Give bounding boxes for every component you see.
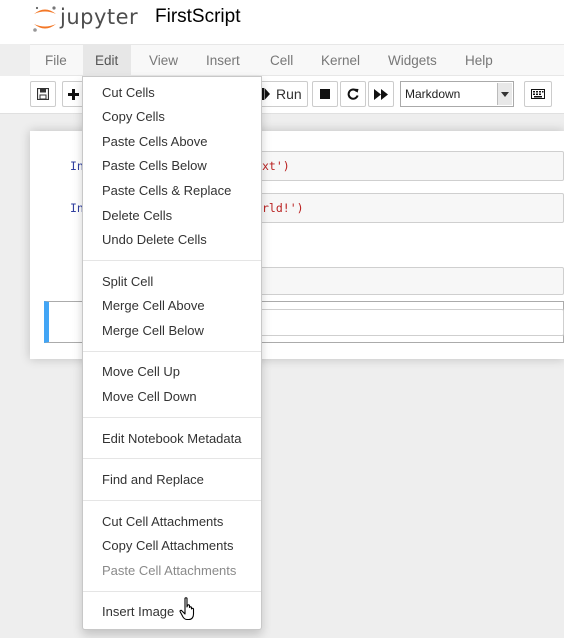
jupyter-logo-text: jupyter [60, 5, 139, 29]
interrupt-button[interactable] [312, 81, 338, 107]
selected-cell-editor[interactable] [260, 309, 564, 336]
chevron-down-icon[interactable] [497, 83, 512, 105]
menu-divider [83, 591, 261, 592]
menu-item-split-cell[interactable]: Split Cell [102, 274, 153, 289]
cell-code[interactable]: rld!') [262, 201, 304, 215]
stop-icon [320, 89, 330, 99]
restart-run-all-button[interactable] [368, 81, 394, 107]
menu-item-find-and-replace[interactable]: Find and Replace [102, 472, 204, 487]
menu-help[interactable]: Help [453, 45, 505, 76]
run-label: Run [276, 86, 302, 102]
menu-item-cut-cells[interactable]: Cut Cells [102, 85, 155, 100]
edit-dropdown-menu: Cut Cells Copy Cells Paste Cells Above P… [82, 76, 262, 630]
menu-cell[interactable]: Cell [258, 45, 305, 76]
menu-divider [83, 458, 261, 459]
menu-widgets[interactable]: Widgets [376, 45, 449, 76]
menu-item-paste-cells-replace[interactable]: Paste Cells & Replace [102, 183, 231, 198]
add-cell-button[interactable] [62, 81, 84, 107]
menu-item-paste-cell-attachments: Paste Cell Attachments [102, 563, 237, 578]
cell-type-value: Markdown [405, 87, 461, 101]
code-cell-input[interactable] [250, 267, 564, 295]
hand-cursor-icon [179, 597, 195, 621]
step-forward-icon [262, 88, 270, 100]
menu-item-copy-cell-attachments[interactable]: Copy Cell Attachments [102, 538, 234, 553]
command-palette-button[interactable] [524, 81, 552, 107]
menu-divider [83, 260, 261, 261]
menubar: File Edit View Insert Cell Kernel Widget… [30, 44, 564, 76]
menu-divider [83, 500, 261, 501]
menu-item-paste-cells-below[interactable]: Paste Cells Below [102, 158, 207, 173]
menu-item-delete-cells[interactable]: Delete Cells [102, 208, 172, 223]
menu-item-insert-image[interactable]: Insert Image [102, 604, 174, 619]
menu-item-paste-cells-above[interactable]: Paste Cells Above [102, 134, 208, 149]
save-icon [37, 88, 49, 100]
jupyter-logo-icon[interactable] [31, 4, 59, 34]
menu-item-cut-cell-attachments[interactable]: Cut Cell Attachments [102, 514, 223, 529]
fast-forward-icon [374, 88, 388, 100]
cell-code[interactable]: xt') [262, 159, 290, 173]
save-button[interactable] [30, 81, 56, 107]
menu-item-undo-delete-cells[interactable]: Undo Delete Cells [102, 232, 207, 247]
keyboard-icon [531, 89, 545, 99]
menu-divider [83, 417, 261, 418]
menu-edit[interactable]: Edit [83, 45, 131, 76]
plus-icon [68, 88, 79, 100]
menu-divider [83, 351, 261, 352]
menu-insert[interactable]: Insert [194, 45, 252, 76]
menu-item-edit-notebook-metadata[interactable]: Edit Notebook Metadata [102, 431, 241, 446]
menu-item-copy-cells[interactable]: Copy Cells [102, 109, 165, 124]
restart-button[interactable] [340, 81, 366, 107]
menu-item-merge-cell-above[interactable]: Merge Cell Above [102, 298, 205, 313]
menu-item-move-cell-down[interactable]: Move Cell Down [102, 389, 197, 404]
menu-kernel[interactable]: Kernel [309, 45, 372, 76]
menu-item-move-cell-up[interactable]: Move Cell Up [102, 364, 180, 379]
menu-file[interactable]: File [33, 45, 79, 76]
code-cell-input[interactable] [250, 151, 564, 181]
run-button[interactable]: Run [256, 81, 308, 107]
notebook-title[interactable]: FirstScript [155, 6, 241, 28]
notebook-header: jupyter FirstScript [0, 0, 564, 44]
restart-icon [347, 88, 359, 100]
cell-type-select[interactable]: Markdown [400, 81, 514, 107]
menu-view[interactable]: View [137, 45, 190, 76]
menu-item-merge-cell-below[interactable]: Merge Cell Below [102, 323, 204, 338]
